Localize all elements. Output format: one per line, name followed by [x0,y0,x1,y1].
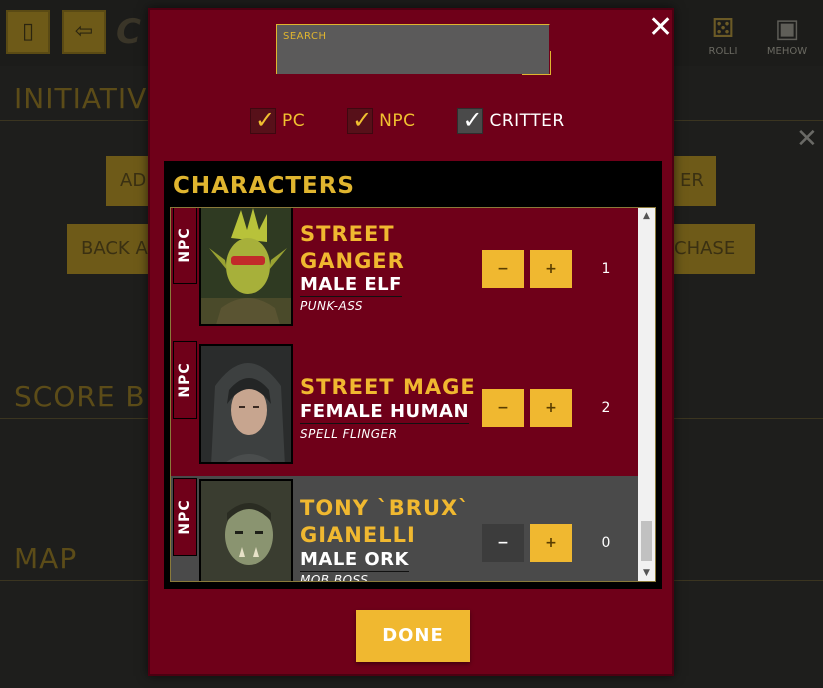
initiative-heading: INITIATIV [14,82,148,115]
panel-icon: ▯ [21,19,35,44]
character-name: GIANELLI [300,523,416,547]
chase-button[interactable]: CHASE [660,224,755,274]
close-icon[interactable]: ✕ [796,124,818,154]
filter-pc[interactable]: ✓ PC [250,106,306,134]
scroll-thumb[interactable] [641,521,652,561]
filter-group: ✓ PC ✓ NPC ✓ CRITTER [250,106,565,136]
character-portrait [199,208,293,326]
character-row[interactable]: NPC STREET GANGER MALE ELF PUNK-ASS − + … [171,208,638,342]
character-subtitle: PUNK-ASS [300,299,364,313]
characters-list[interactable]: NPC STREET GANGER MALE ELF PUNK-ASS − + … [171,208,638,581]
increment-button[interactable]: + [530,250,572,288]
check-icon: ✓ [255,106,276,134]
character-count: 2 [601,400,611,416]
critter-checkbox[interactable]: ✓ [457,106,484,134]
search-label: SEARCH [283,31,327,42]
back-arrow-button[interactable]: ⇦ [62,10,106,54]
character-name: GANGER [300,249,405,273]
pc-checkbox[interactable]: ✓ [250,106,276,134]
search-input[interactable] [281,43,543,69]
add-characters-modal: ✕ SEARCH ✓ PC ✓ NPC ✓ CRITTER CHARACTERS… [148,8,674,676]
characters-list-frame: NPC STREET GANGER MALE ELF PUNK-ASS − + … [170,207,656,582]
character-portrait [199,344,293,464]
characters-panel: CHARACTERS NPC STREET GANGER MALE ELF PU… [164,161,662,589]
done-button[interactable]: DONE [356,610,470,662]
decrement-button[interactable]: − [482,524,524,562]
panel-title: CHARACTERS [173,173,355,199]
character-name: TONY `BRUX` [300,496,470,520]
type-label: NPC [177,227,193,263]
npc-checkbox[interactable]: ✓ [347,106,374,134]
increment-button[interactable]: + [530,389,572,427]
arrow-left-icon: ⇦ [74,19,94,44]
character-row[interactable]: NPC STREET MAGE FEMALE HUMAN SPELL FLING… [171,341,638,477]
chevron-down-icon[interactable]: ▼ [638,565,655,581]
rolli-label: ROLLI [708,46,738,57]
filter-critter[interactable]: ✓ CRITTER [457,106,565,134]
character-subtitle: SPELL FLINGER [300,427,398,441]
character-row[interactable]: NPC TONY `BRUX` GIANELLI MALE ORK MOB BO… [171,476,638,581]
filter-npc[interactable]: ✓ NPC [347,106,416,134]
rolli-button[interactable]: ⚄ ROLLI [698,12,748,57]
filter-label: NPC [379,111,416,131]
type-tag: NPC [173,208,197,284]
type-tag: NPC [173,478,197,556]
character-subtitle: MOB BOSS [300,573,369,581]
app-logo: C [116,12,141,52]
character-count: 0 [601,535,611,551]
character-count: 1 [601,261,611,277]
type-label: NPC [177,362,193,398]
type-tag: NPC [173,341,197,419]
close-icon[interactable]: ✕ [648,13,673,43]
mehow-button[interactable]: ▣ MEHOW [762,12,812,57]
dice-icon: ⚄ [711,14,735,44]
map-heading: MAP [14,542,78,575]
type-label: NPC [177,499,193,535]
character-description: MALE ELF [300,274,402,297]
check-icon: ✓ [352,106,373,134]
search-box[interactable]: SEARCH [276,24,551,75]
chevron-up-icon[interactable]: ▲ [638,208,655,224]
id-card-icon: ▣ [774,14,800,44]
character-name: STREET MAGE [300,375,476,399]
character-description: FEMALE HUMAN [300,401,470,424]
filter-label: CRITTER [489,111,565,131]
increment-button[interactable]: + [530,524,572,562]
character-name: STREET [300,222,395,246]
character-portrait [199,479,293,581]
panel-toggle-button[interactable]: ▯ [6,10,50,54]
mehow-label: MEHOW [766,46,808,57]
filter-label: PC [282,111,306,131]
score-heading: SCORE B [14,380,146,413]
character-description: MALE ORK [300,549,409,572]
decrement-button[interactable]: − [482,250,524,288]
decrement-button[interactable]: − [482,389,524,427]
check-icon: ✓ [462,106,483,134]
list-scrollbar[interactable]: ▲ ▼ [638,208,655,581]
